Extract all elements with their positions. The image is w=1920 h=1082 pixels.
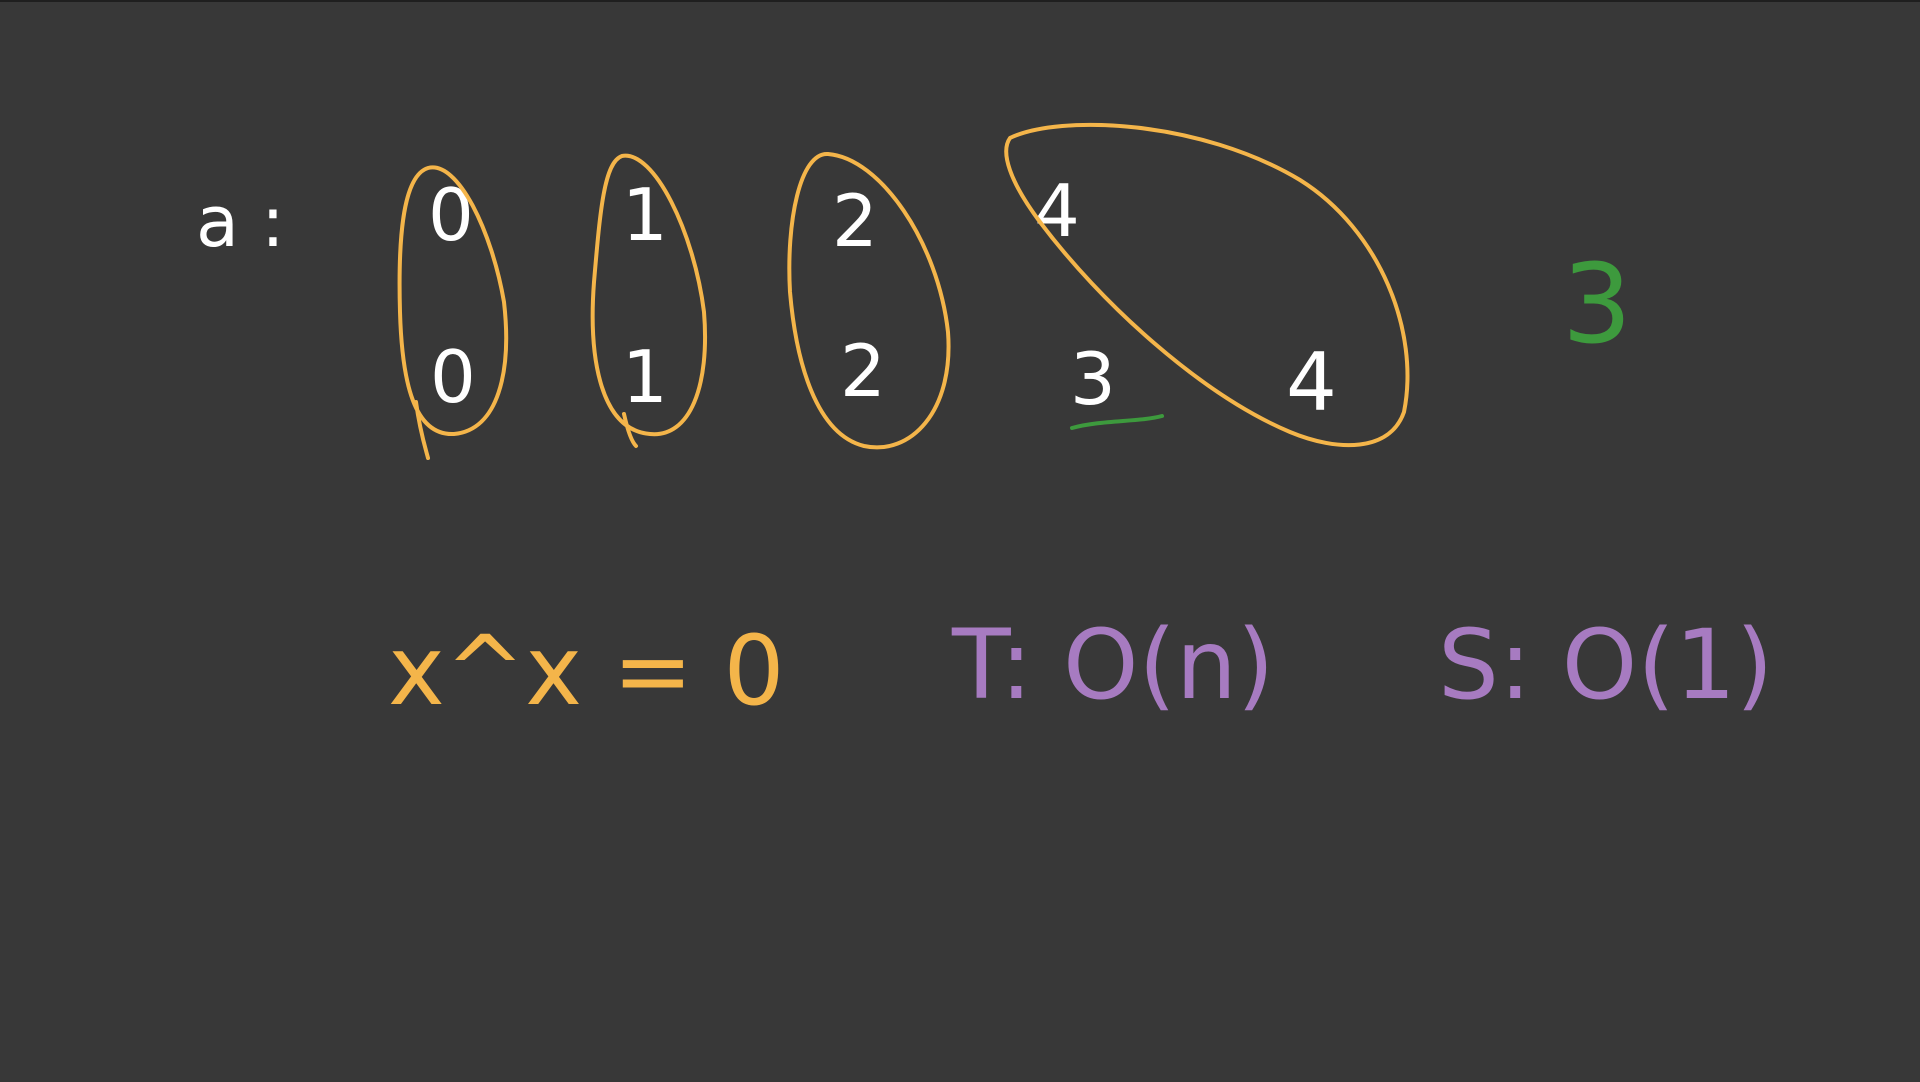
top-row-value-0: 0 <box>428 173 474 257</box>
space-complexity: S: O(1) <box>1438 609 1773 721</box>
bottom-row-value-4: 4 <box>1286 336 1337 429</box>
answer-value: 3 <box>1562 240 1632 368</box>
bottom-row-value-0: 0 <box>430 335 476 419</box>
bottom-row-value-3: 3 <box>1070 337 1116 421</box>
bottom-row-value-1: 1 <box>622 335 668 419</box>
drawing-surface: a : 0 1 2 4 0 1 2 3 4 3 x^x = 0 T: O(n) … <box>196 122 1773 727</box>
xor-rule: x^x = 0 <box>388 615 785 727</box>
time-complexity: T: O(n) <box>951 609 1274 721</box>
top-row-value-4: 4 <box>1034 169 1080 253</box>
top-row-value-2: 2 <box>832 179 878 263</box>
whiteboard-canvas: a : 0 1 2 4 0 1 2 3 4 3 x^x = 0 T: O(n) … <box>0 0 1920 1080</box>
bottom-row-value-2: 2 <box>840 329 886 413</box>
array-label: a : <box>196 181 285 263</box>
